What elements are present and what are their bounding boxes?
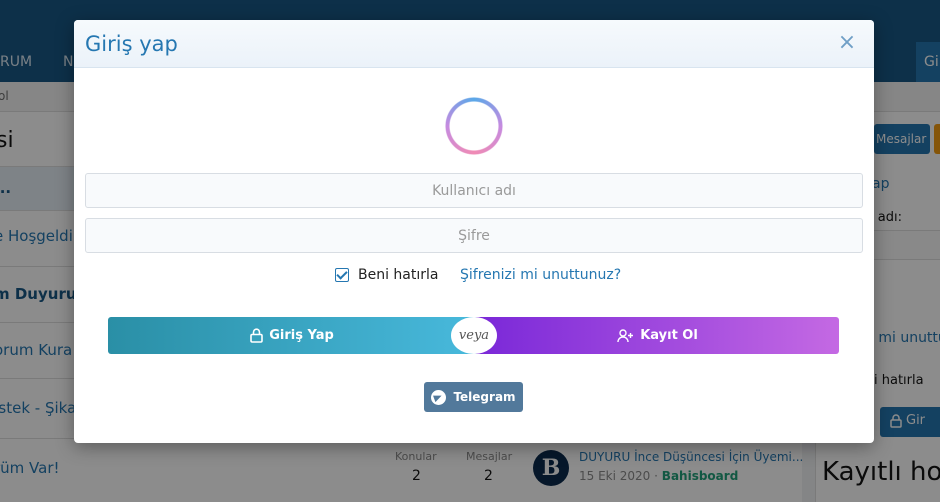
telegram-button[interactable]: Telegram xyxy=(424,382,523,412)
login-button[interactable]: Giriş Yap xyxy=(108,317,476,354)
remember-label: Beni hatırla xyxy=(358,267,439,283)
register-button-label: Kayıt Ol xyxy=(640,328,698,343)
telegram-icon xyxy=(431,389,447,405)
user-plus-icon xyxy=(617,328,634,342)
lock-icon xyxy=(250,328,264,343)
login-modal: Giriş yap × Beni hatırla Şifrenizi mi un… xyxy=(74,20,874,443)
close-icon[interactable]: × xyxy=(836,32,858,54)
register-button[interactable]: Kayıt Ol xyxy=(476,317,839,354)
forgot-password-link[interactable]: Şifrenizi mi unuttunuz? xyxy=(460,265,621,285)
modal-title: Giriş yap xyxy=(85,32,178,56)
ring-logo-icon xyxy=(445,97,503,155)
password-input[interactable] xyxy=(85,218,863,253)
modal-header: Giriş yap × xyxy=(74,20,874,68)
telegram-button-label: Telegram xyxy=(453,390,516,404)
remember-me-row: Beni hatırla xyxy=(335,265,439,285)
login-button-label: Giriş Yap xyxy=(269,328,334,343)
or-divider: veya xyxy=(451,317,497,354)
remember-checkbox[interactable] xyxy=(335,268,349,282)
username-input[interactable] xyxy=(85,173,863,208)
